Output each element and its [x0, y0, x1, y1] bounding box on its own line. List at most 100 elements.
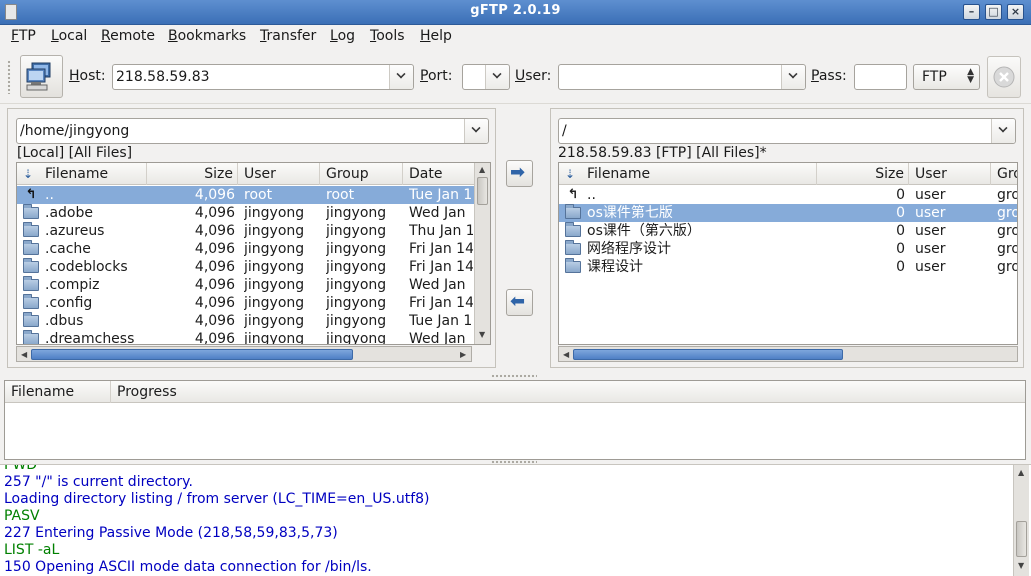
- scroll-down-icon[interactable]: ▼: [1018, 561, 1024, 570]
- table-row[interactable]: .config 4,096 jingyong jingyong Fri Jan 14: [17, 294, 474, 312]
- local-vertical-scrollbar[interactable]: ▲ ▼: [474, 163, 490, 344]
- row-user: jingyong: [244, 241, 305, 257]
- remote-horizontal-scrollbar[interactable]: ◀: [558, 346, 1018, 362]
- log-line: LIST -aL: [4, 542, 60, 558]
- menu-transfer[interactable]: Transfer: [260, 28, 316, 44]
- local-path-dropdown-button[interactable]: [464, 119, 488, 143]
- table-row[interactable]: .codeblocks 4,096 jingyong jingyong Fri Jan …: [17, 258, 474, 276]
- pane-splitter-handle[interactable]: [491, 374, 537, 378]
- table-row[interactable]: ↰.. 0 user gro: [559, 186, 1017, 204]
- table-row[interactable]: .compiz 4,096 jingyong jingyong Wed Jan: [17, 276, 474, 294]
- table-row[interactable]: os课件第七版 0 user gro: [559, 204, 1017, 222]
- log-vertical-scrollbar[interactable]: ▲ ▼: [1013, 465, 1029, 576]
- local-path-input[interactable]: [17, 119, 464, 143]
- folder-icon: [23, 240, 39, 255]
- table-row[interactable]: .cache 4,096 jingyong jingyong Fri Jan 14: [17, 240, 474, 258]
- transfer-col-progress[interactable]: Progress: [111, 381, 1025, 403]
- table-row[interactable]: 网络程序设计 0 user gro: [559, 240, 1017, 258]
- menu-bar: FTP Local Remote Bookmarks Transfer Log …: [0, 25, 1031, 49]
- menu-log[interactable]: Log: [330, 28, 355, 44]
- scroll-left-icon[interactable]: ◀: [21, 350, 27, 359]
- port-combo[interactable]: [462, 64, 510, 90]
- table-row[interactable]: os课件（第六版） 0 user gro: [559, 222, 1017, 240]
- row-size: 0: [896, 205, 905, 221]
- table-row[interactable]: .dreamchess 4,096 jingyong jingyong Wed Jan: [17, 330, 474, 345]
- row-filename: .config: [45, 295, 93, 311]
- download-button[interactable]: ⬅: [506, 289, 533, 316]
- scroll-left-icon[interactable]: ◀: [563, 350, 569, 359]
- row-filename: ..: [45, 187, 54, 203]
- local-hscroll-thumb[interactable]: [31, 349, 353, 360]
- host-input[interactable]: [113, 65, 389, 89]
- host-combo[interactable]: [112, 64, 414, 90]
- upload-button[interactable]: ➡: [506, 160, 533, 187]
- remote-col-filename[interactable]: ⇣ Filename: [559, 163, 817, 185]
- menu-bookmarks[interactable]: Bookmarks: [168, 28, 246, 44]
- local-horizontal-scrollbar[interactable]: ◀ ▶: [16, 346, 472, 362]
- table-row[interactable]: 课程设计 0 user gro: [559, 258, 1018, 276]
- user-combo[interactable]: [558, 64, 806, 90]
- close-window-button[interactable]: ×: [1007, 4, 1024, 20]
- remote-file-list[interactable]: ⇣ Filename Size User Gro ↰..0usergroos课件…: [558, 162, 1018, 345]
- local-col-date[interactable]: Date: [403, 163, 475, 185]
- transfer-queue[interactable]: Filename Progress: [4, 380, 1026, 460]
- local-path-combo[interactable]: [16, 118, 489, 144]
- remote-path-dropdown-button[interactable]: [991, 119, 1015, 143]
- row-filename: os课件（第六版）: [587, 223, 701, 239]
- user-input[interactable]: [559, 65, 781, 89]
- local-col-group[interactable]: Group: [320, 163, 403, 185]
- log-vscroll-thumb[interactable]: [1016, 521, 1027, 557]
- local-col-filename[interactable]: ⇣ Filename: [17, 163, 147, 185]
- connect-button[interactable]: [20, 55, 63, 98]
- local-vscroll-thumb[interactable]: [477, 177, 488, 205]
- row-group: gro: [997, 259, 1018, 275]
- port-dropdown-button[interactable]: [485, 65, 509, 89]
- remote-col-size[interactable]: Size: [817, 163, 909, 185]
- remote-path-combo[interactable]: [558, 118, 1016, 144]
- row-date: Wed Jan: [409, 331, 466, 345]
- log-line: 227 Entering Passive Mode (218,58,59,83,…: [4, 525, 338, 541]
- chevron-down-icon: [998, 123, 1008, 133]
- remote-hscroll-thumb[interactable]: [573, 349, 843, 360]
- scroll-down-icon[interactable]: ▼: [479, 330, 485, 339]
- remote-path-input[interactable]: [559, 119, 991, 143]
- maximize-button[interactable]: □: [985, 4, 1002, 20]
- row-filename: .azureus: [45, 223, 105, 239]
- user-dropdown-button[interactable]: [781, 65, 805, 89]
- scroll-right-icon[interactable]: ▶: [460, 350, 466, 359]
- local-file-list[interactable]: ⇣ Filename Size User Group Date ↰.. 4,096…: [16, 162, 491, 345]
- remote-col-user[interactable]: User: [909, 163, 991, 185]
- row-user: jingyong: [244, 205, 305, 221]
- remote-col-group[interactable]: Gro: [991, 163, 1017, 185]
- log-line: Loading directory listing / from server …: [4, 491, 430, 507]
- toolbar-grip[interactable]: [7, 60, 11, 94]
- password-input[interactable]: [855, 65, 906, 89]
- table-row[interactable]: .azureus 4,096 jingyong jingyong Thu Jan 1: [17, 222, 474, 240]
- scroll-up-icon[interactable]: ▲: [1018, 468, 1024, 477]
- menu-local[interactable]: Local: [51, 28, 87, 44]
- row-filename: 网络程序设计: [587, 241, 671, 257]
- table-row[interactable]: .dbus 4,096 jingyong jingyong Tue Jan 1: [17, 312, 474, 330]
- row-size: 4,096: [194, 277, 235, 293]
- parent-dir-icon: ↰: [567, 187, 579, 202]
- minimize-button[interactable]: –: [963, 4, 980, 20]
- transfer-col-filename[interactable]: Filename: [5, 381, 111, 403]
- row-group: root: [326, 187, 355, 203]
- local-col-user[interactable]: User: [238, 163, 320, 185]
- scroll-up-icon[interactable]: ▲: [479, 165, 485, 174]
- menu-help[interactable]: Help: [420, 28, 452, 44]
- toolbar: Host: Port: User: Pass: FTP ▲▼: [0, 50, 1031, 104]
- table-row[interactable]: ↰.. 4,096 root root Tue Jan 1: [17, 186, 474, 204]
- menu-tools[interactable]: Tools: [370, 28, 405, 44]
- protocol-select[interactable]: FTP ▲ ▼: [913, 64, 980, 90]
- host-dropdown-button[interactable]: [389, 65, 413, 89]
- row-size: 4,096: [194, 259, 235, 275]
- password-field[interactable]: [854, 64, 907, 90]
- disconnect-button[interactable]: [987, 56, 1021, 98]
- menu-remote[interactable]: Remote: [101, 28, 155, 44]
- port-input[interactable]: [463, 65, 485, 89]
- log-panel[interactable]: PWD 257 "/" is current directory. Loading …: [0, 464, 1031, 576]
- local-col-size[interactable]: Size: [147, 163, 238, 185]
- table-row[interactable]: .adobe 4,096 jingyong jingyong Wed Jan: [17, 204, 474, 222]
- menu-ftp[interactable]: FTP: [11, 28, 36, 44]
